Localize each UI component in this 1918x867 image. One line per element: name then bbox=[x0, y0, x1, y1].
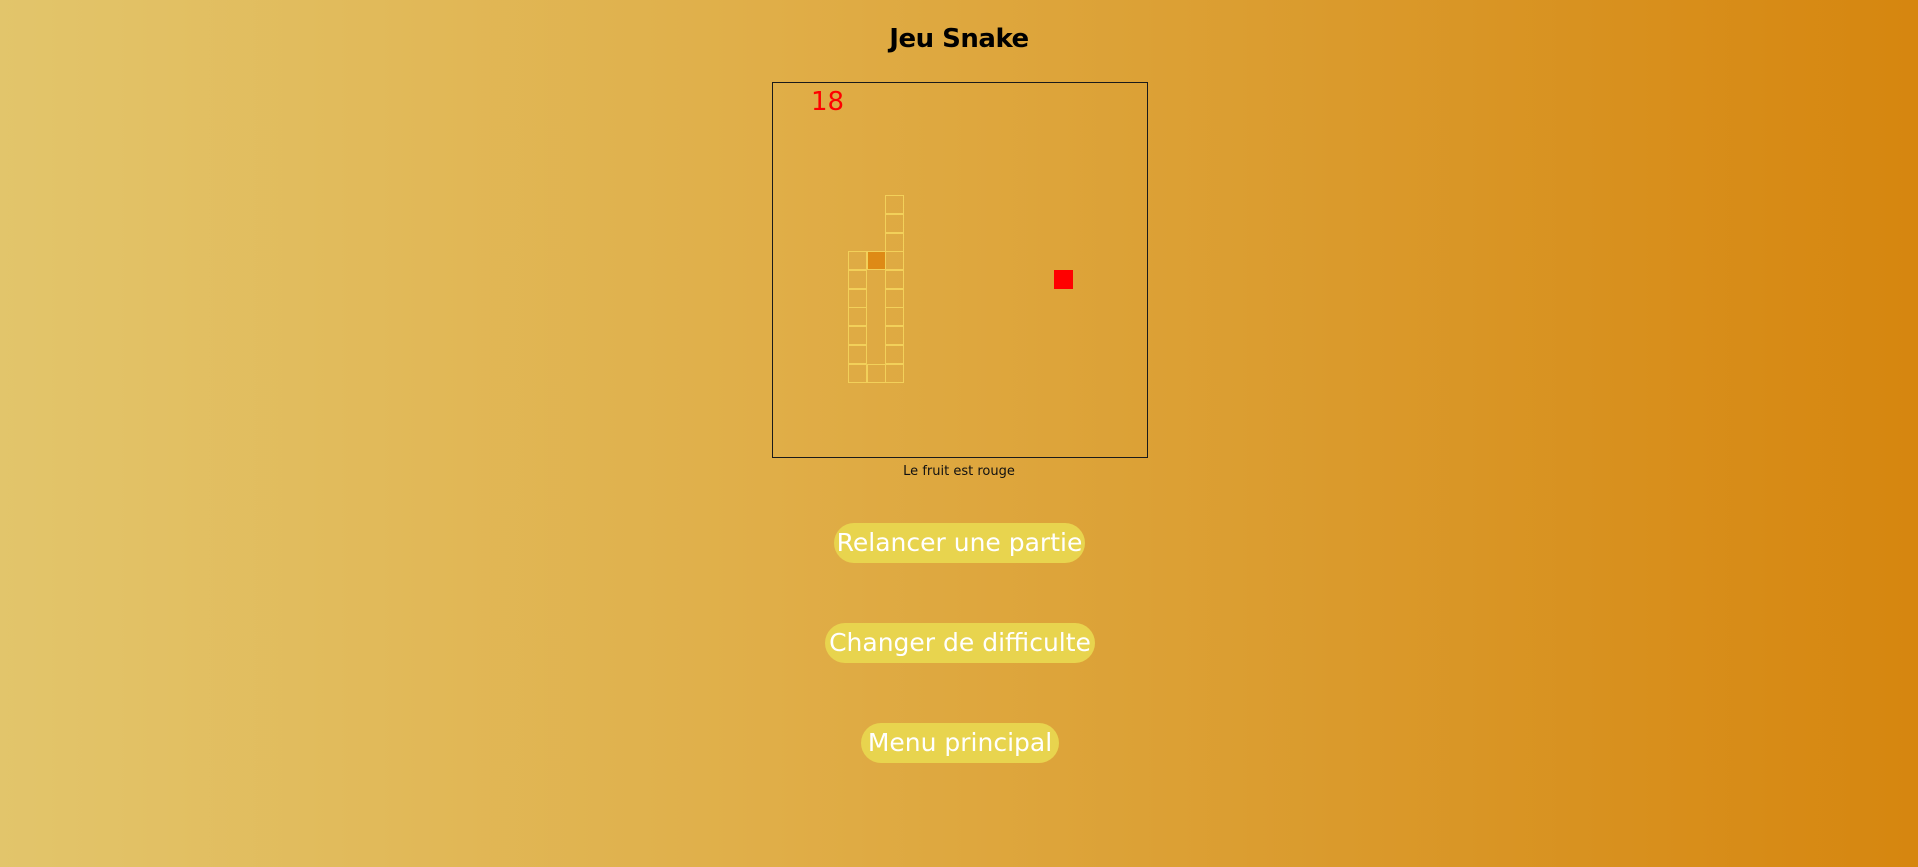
snake-segment bbox=[885, 344, 905, 364]
snake-segment bbox=[885, 270, 905, 289]
snake-segment bbox=[847, 344, 867, 364]
fruit-caption: Le fruit est rouge bbox=[903, 464, 1015, 479]
snake-head bbox=[866, 251, 886, 271]
snake-segment bbox=[885, 232, 905, 252]
snake-segment bbox=[847, 307, 867, 327]
snake-segment bbox=[866, 363, 886, 383]
snake-segment bbox=[885, 251, 905, 271]
page-title: Jeu Snake bbox=[889, 24, 1029, 54]
change-difficulty-button[interactable]: Changer de difficulte bbox=[825, 623, 1095, 663]
fruit bbox=[1053, 270, 1073, 289]
snake-segment bbox=[885, 195, 905, 215]
snake-segment bbox=[847, 288, 867, 308]
main-menu-button[interactable]: Menu principal bbox=[861, 723, 1059, 763]
restart-button[interactable]: Relancer une partie bbox=[834, 523, 1085, 563]
snake-segment bbox=[885, 363, 905, 383]
snake-segment bbox=[847, 270, 867, 289]
snake-segment bbox=[847, 326, 867, 346]
snake-segment bbox=[847, 363, 867, 383]
snake-segment bbox=[847, 251, 867, 271]
game-board: 18 bbox=[772, 82, 1148, 458]
snake-segment bbox=[885, 213, 905, 233]
snake-segment bbox=[885, 288, 905, 308]
snake-segment bbox=[885, 326, 905, 346]
snake-segment bbox=[885, 307, 905, 327]
score-display: 18 bbox=[811, 87, 845, 117]
